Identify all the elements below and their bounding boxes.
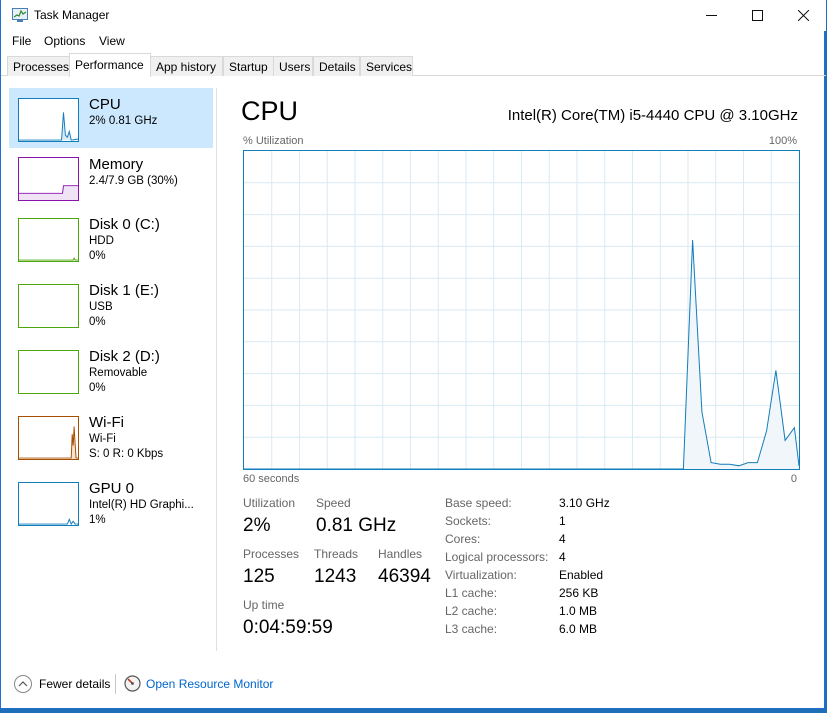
uptime-label: Up time [243, 598, 285, 612]
menu-options[interactable]: Options [44, 34, 85, 48]
sidebar-disk0-name: Disk 0 (C:) [89, 216, 160, 233]
page-title: CPU [241, 96, 299, 126]
sidebar-gpu-usage: 1% [89, 514, 106, 526]
spec-label: Sockets: [445, 514, 492, 528]
tab-strip: Processes Performance App history Startu… [1, 53, 826, 77]
task-manager-window: Task Manager File Options View Processes… [0, 0, 826, 709]
sidebar-disk2-name: Disk 2 (D:) [89, 348, 160, 365]
sidebar-disk1-usage: 0% [89, 316, 106, 328]
tab-performance[interactable]: Performance [69, 53, 151, 77]
footer-separator [115, 674, 116, 694]
menu-file[interactable]: File [12, 34, 31, 48]
utilization-label: Utilization [243, 496, 296, 510]
threads-value: 1243 [314, 566, 357, 587]
minimize-button[interactable] [688, 0, 734, 31]
graph-y-label: % Utilization [243, 135, 304, 147]
speed-value: 0.81 GHz [316, 515, 397, 536]
sidebar-item-disk2[interactable]: Disk 2 (D:) Removable 0% [9, 345, 213, 405]
graph-grid [244, 151, 799, 469]
sidebar-item-memory[interactable]: Memory 2.4/7.9 GB (30%) [9, 152, 213, 212]
disk2-thumbnail-graph [18, 350, 79, 394]
handles-label: Handles [378, 547, 423, 561]
gpu-thumbnail-graph [18, 482, 79, 526]
fewer-details-link[interactable]: Fewer details [39, 677, 110, 691]
resource-sidebar: CPU 2% 0.81 GHz Memory 2.4/7.9 GB (30%) … [9, 88, 214, 653]
chevron-up-icon [18, 681, 28, 687]
tab-app-history[interactable]: App history [150, 56, 223, 76]
uptime-value: 0:04:59:59 [243, 617, 333, 638]
tab-details[interactable]: Details [313, 56, 360, 76]
sidebar-item-gpu[interactable]: GPU 0 Intel(R) HD Graphi... 1% [9, 477, 213, 537]
spec-value: 4 [559, 550, 566, 564]
sidebar-gpu-name: GPU 0 [89, 480, 135, 497]
utilization-value: 2% [243, 515, 271, 536]
sidebar-disk2-type: Removable [89, 367, 148, 379]
spec-value: 4 [559, 532, 566, 546]
threads-label: Threads [314, 547, 359, 561]
sidebar-cpu-name: CPU [89, 96, 121, 113]
cpu-utilization-graph [243, 150, 800, 470]
sidebar-memory-name: Memory [89, 156, 144, 173]
processes-value: 125 [243, 566, 275, 587]
tab-users[interactable]: Users [273, 56, 313, 76]
task-manager-icon [12, 8, 28, 22]
sidebar-wifi-name: Wi-Fi [89, 414, 124, 431]
resource-monitor-icon[interactable] [124, 675, 141, 692]
disk1-thumbnail-graph [18, 284, 79, 328]
spec-value: 256 KB [559, 586, 599, 600]
spec-label: L1 cache: [445, 586, 498, 600]
minimize-icon [705, 15, 717, 16]
spec-label: Cores: [445, 532, 481, 546]
spec-value: 6.0 MB [559, 622, 598, 636]
menu-view[interactable]: View [99, 34, 125, 48]
tab-services[interactable]: Services [360, 56, 413, 76]
maximize-icon [751, 10, 763, 21]
sidebar-item-disk1[interactable]: Disk 1 (E:) USB 0% [9, 279, 213, 339]
spec-label: L3 cache: [445, 622, 498, 636]
spec-value: 1.0 MB [559, 604, 598, 618]
sidebar-item-cpu[interactable]: CPU 2% 0.81 GHz [9, 88, 213, 148]
spec-label: Virtualization: [445, 568, 517, 582]
graph-min-label: 0 [790, 473, 797, 485]
spec-label: Logical processors: [445, 550, 549, 564]
sidebar-cpu-usage: 2% 0.81 GHz [89, 115, 158, 127]
spec-value: Enabled [559, 568, 604, 582]
window-title: Task Manager [34, 8, 110, 22]
sidebar-wifi-type: Wi-Fi [89, 433, 116, 445]
spec-value: 3.10 GHz [559, 496, 610, 510]
graph-x-label: 60 seconds [243, 473, 300, 485]
sidebar-disk0-type: HDD [89, 235, 114, 247]
cpu-model-name: Intel(R) Core(TM) i5-4440 CPU @ 3.10GHz [507, 107, 798, 124]
panel-divider [216, 88, 217, 651]
disk0-thumbnail-graph [18, 218, 79, 262]
menu-bar: File Options View [1, 31, 826, 51]
close-button[interactable] [780, 0, 826, 31]
sidebar-disk1-type: USB [89, 301, 113, 313]
sidebar-disk1-name: Disk 1 (E:) [89, 282, 160, 299]
sidebar-memory-usage: 2.4/7.9 GB (30%) [89, 175, 178, 187]
maximize-button[interactable] [734, 0, 780, 31]
spec-value: 1 [559, 514, 566, 528]
processes-label: Processes [243, 547, 300, 561]
title-bar: Task Manager [1, 0, 826, 31]
graph-max-label: 100% [768, 135, 797, 147]
cpu-thumbnail-graph [18, 98, 79, 142]
wifi-thumbnail-graph [18, 416, 79, 460]
fewer-details-button[interactable] [14, 675, 32, 693]
sidebar-disk0-usage: 0% [89, 250, 106, 262]
sidebar-gpu-model: Intel(R) HD Graphi... [89, 499, 194, 511]
handles-value: 46394 [378, 566, 431, 587]
open-resource-monitor-link[interactable]: Open Resource Monitor [146, 677, 273, 691]
sidebar-item-wifi[interactable]: Wi-Fi Wi-Fi S: 0 R: 0 Kbps [9, 411, 213, 471]
sidebar-item-disk0[interactable]: Disk 0 (C:) HDD 0% [9, 213, 213, 273]
speed-label: Speed [316, 496, 351, 510]
sidebar-disk2-usage: 0% [89, 382, 106, 394]
spec-label: L2 cache: [445, 604, 498, 618]
sidebar-wifi-throughput: S: 0 R: 0 Kbps [89, 448, 164, 460]
close-icon [797, 10, 809, 21]
spec-label: Base speed: [445, 496, 512, 510]
tab-processes[interactable]: Processes [7, 56, 70, 76]
memory-thumbnail-graph [18, 157, 79, 201]
tab-startup[interactable]: Startup [223, 56, 274, 76]
